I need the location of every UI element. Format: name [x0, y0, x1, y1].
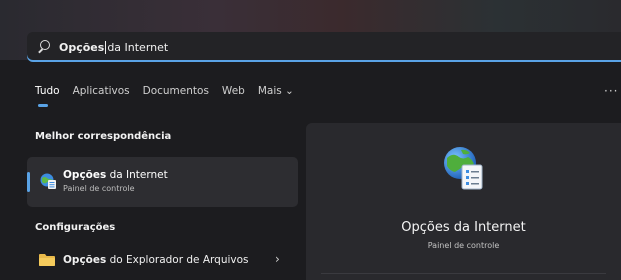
preview-divider — [321, 273, 606, 274]
settings-result-label: Opções do Explorador de Arquivos — [63, 254, 249, 266]
tab-web[interactable]: Web — [222, 85, 245, 97]
chevron-right-icon[interactable]: › — [275, 252, 280, 266]
more-options-icon[interactable]: ··· — [604, 84, 618, 98]
settings-heading: Configurações — [35, 222, 116, 233]
best-match-subtitle: Painel de controle — [63, 184, 135, 193]
filter-tabs: Tudo Aplicativos Documentos Web Mais ⌄ — [35, 85, 307, 107]
result-preview-pane: Opções da Internet Painel de controle — [306, 123, 621, 280]
tab-aplicativos[interactable]: Aplicativos — [73, 85, 130, 97]
internet-options-icon — [40, 173, 56, 189]
tab-documentos[interactable]: Documentos — [143, 85, 209, 97]
best-match-title-bold: Opções — [63, 169, 107, 181]
tab-mais[interactable]: Mais ⌄ — [258, 85, 294, 97]
preview-title: Opções da Internet — [401, 220, 526, 235]
text-caret — [105, 40, 107, 54]
best-match-heading: Melhor correspondência — [35, 131, 172, 142]
search-query-match: Opções — [59, 40, 105, 54]
internet-options-large-icon — [444, 147, 483, 190]
tab-tudo[interactable]: Tudo — [35, 85, 60, 107]
search-query-rest: da Internet — [107, 40, 169, 54]
search-box[interactable]: Opções da Internet — [27, 32, 621, 62]
settings-result-file-explorer-options[interactable]: Opções do Explorador de Arquivos › — [27, 250, 298, 276]
best-match-title: Opções da Internet — [63, 169, 168, 181]
preview-subtitle: Painel de controle — [427, 241, 500, 250]
folder-icon — [39, 254, 55, 266]
settings-result-label-bold: Opções — [63, 254, 107, 266]
search-input[interactable]: Opções da Internet — [59, 40, 169, 54]
search-icon — [37, 40, 51, 54]
settings-result-label-rest: do Explorador de Arquivos — [106, 254, 249, 266]
best-match-title-rest: da Internet — [106, 169, 168, 181]
best-match-result[interactable]: Opções da Internet Painel de controle — [27, 157, 298, 207]
selection-indicator — [27, 172, 30, 192]
